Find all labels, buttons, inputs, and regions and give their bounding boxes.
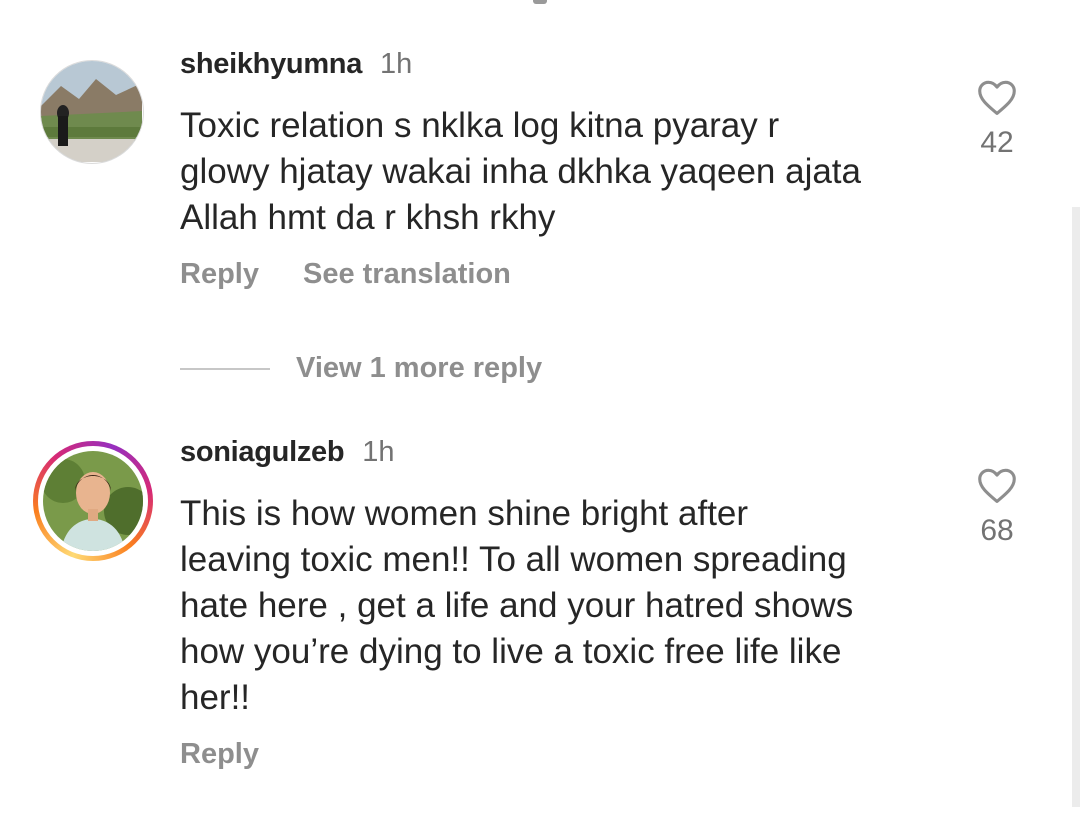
comment-actions: Reply bbox=[180, 738, 259, 771]
comment-text: This is how women shine bright after lea… bbox=[180, 494, 854, 717]
like-column: 68 bbox=[970, 466, 1024, 548]
portrait-photo-avatar bbox=[43, 451, 143, 551]
timestamp: 1h bbox=[362, 436, 395, 468]
heart-outline-icon[interactable] bbox=[976, 466, 1018, 504]
comment-item: soniagulzeb 1h This is how women shine b… bbox=[0, 0, 1080, 837]
username[interactable]: soniagulzeb bbox=[180, 436, 345, 469]
reply-button[interactable]: Reply bbox=[180, 738, 259, 771]
avatar[interactable] bbox=[33, 441, 153, 561]
comment-header: soniagulzeb 1h bbox=[180, 436, 395, 469]
like-count: 68 bbox=[980, 514, 1014, 547]
